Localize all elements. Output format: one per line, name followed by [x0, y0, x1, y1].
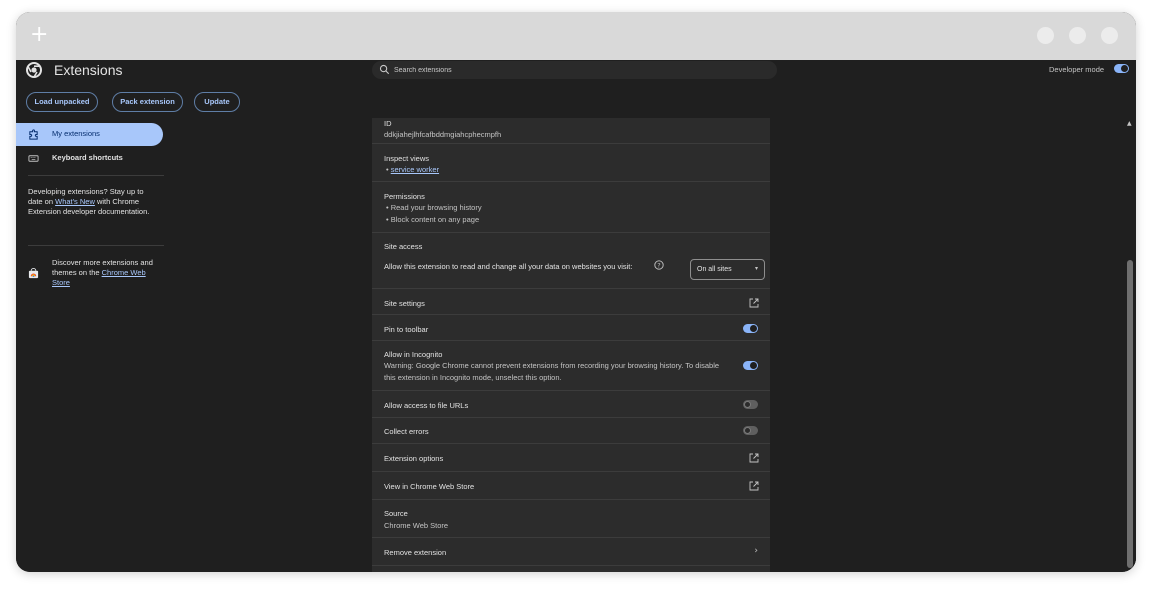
- title-bar: +: [16, 12, 1136, 60]
- remove-extension-row[interactable]: Remove extension ›: [372, 538, 770, 566]
- web-store-note: Discover more extensions and themes on t…: [52, 258, 162, 288]
- allow-incognito-warning: Warning: Google Chrome cannot prevent ex…: [384, 361, 720, 370]
- list-item: • Block content on any page: [386, 215, 480, 224]
- view-in-store-row[interactable]: View in Chrome Web Store: [372, 472, 770, 500]
- chevron-right-icon: ›: [754, 546, 758, 556]
- window-control-dot[interactable]: [1101, 27, 1118, 44]
- scrollbar[interactable]: ▲: [1124, 118, 1136, 572]
- chrome-web-store-icon: [28, 268, 39, 279]
- new-tab-button[interactable]: +: [30, 22, 48, 48]
- chrome-logo-icon: [26, 62, 42, 78]
- id-row: ID ddkjiahejlhfcafbddmgiahcphecmpfh: [372, 118, 770, 144]
- permission-text: Read your browsing history: [390, 203, 482, 212]
- extension-options-row[interactable]: Extension options: [372, 444, 770, 472]
- load-unpacked-button[interactable]: Load unpacked: [26, 92, 98, 112]
- puzzle-icon: [29, 129, 38, 140]
- permission-text: Block content on any page: [390, 215, 480, 224]
- pin-to-toolbar-row: Pin to toolbar: [372, 315, 770, 341]
- site-settings-label: Site settings: [384, 299, 425, 308]
- toggle-knob: [750, 362, 757, 369]
- file-urls-label: Allow access to file URLs: [384, 401, 469, 410]
- help-icon[interactable]: ?: [654, 260, 664, 270]
- inspect-views-row: Inspect views • service worker: [372, 144, 770, 182]
- open-external-icon: [749, 453, 759, 463]
- whats-new-link[interactable]: What's New: [55, 197, 95, 206]
- view-in-store-label: View in Chrome Web Store: [384, 482, 475, 491]
- source-value: Chrome Web Store: [384, 521, 449, 530]
- sidebar-item-label: Keyboard shortcuts: [52, 153, 123, 162]
- extension-details-card: ID ddkjiahejlhfcafbddmgiahcphecmpfh Insp…: [372, 118, 770, 572]
- remove-extension-label: Remove extension: [384, 548, 447, 557]
- service-worker-link[interactable]: service worker: [391, 165, 439, 174]
- developer-note: Developing extensions? Stay up to date o…: [28, 187, 160, 217]
- site-access-row: Site access Allow this extension to read…: [372, 233, 770, 289]
- toggle-knob: [744, 401, 751, 408]
- svg-text:?: ?: [657, 261, 660, 269]
- site-access-dropdown[interactable]: On all sites ▾: [690, 259, 765, 280]
- permissions-title: Permissions: [384, 192, 425, 201]
- browser-window: + Extensions Developer mode Load unpacke…: [16, 12, 1136, 572]
- allow-incognito-title: Allow in Incognito: [384, 350, 443, 359]
- allow-incognito-toggle[interactable]: [743, 361, 758, 370]
- window-control-dot[interactable]: [1069, 27, 1086, 44]
- sidebar-divider: [28, 175, 164, 176]
- sidebar-item-my-extensions[interactable]: My extensions: [16, 123, 163, 146]
- site-access-title: Site access: [384, 242, 423, 251]
- developer-mode-label: Developer mode: [1049, 65, 1105, 74]
- file-urls-row: Allow access to file URLs: [372, 391, 770, 418]
- sidebar-divider: [28, 245, 164, 246]
- extensions-page: Extensions Developer mode Load unpacked …: [16, 60, 1136, 572]
- collect-errors-toggle[interactable]: [743, 426, 758, 435]
- page-title: Extensions: [54, 62, 123, 78]
- open-external-icon: [749, 481, 759, 491]
- list-item: • service worker: [386, 165, 440, 174]
- extension-options-label: Extension options: [384, 454, 444, 463]
- pin-to-toolbar-toggle[interactable]: [743, 324, 758, 333]
- allow-incognito-row: Allow in Incognito Warning: Google Chrom…: [372, 341, 770, 391]
- search-icon: [379, 64, 390, 75]
- pin-to-toolbar-label: Pin to toolbar: [384, 325, 429, 334]
- id-value: ddkjiahejlhfcafbddmgiahcphecmpfh: [384, 130, 502, 139]
- search-box[interactable]: [372, 61, 777, 79]
- collect-errors-label: Collect errors: [384, 427, 429, 436]
- toggle-knob: [1121, 65, 1128, 72]
- id-label: ID: [384, 119, 392, 128]
- search-input[interactable]: [394, 63, 764, 77]
- collect-errors-row: Collect errors: [372, 418, 770, 444]
- page-header: Extensions Developer mode Load unpacked …: [16, 60, 1136, 118]
- toggle-knob: [744, 427, 751, 434]
- toggle-knob: [750, 325, 757, 332]
- inspect-views-title: Inspect views: [384, 154, 430, 163]
- site-access-prompt: Allow this extension to read and change …: [384, 262, 633, 271]
- open-external-icon: [749, 298, 759, 308]
- permissions-row: Permissions • Read your browsing history…: [372, 182, 770, 233]
- caret-down-icon: ▾: [754, 265, 758, 272]
- file-urls-toggle[interactable]: [743, 400, 758, 409]
- sidebar: My extensions Keyboard shortcuts Develop…: [16, 118, 172, 572]
- pack-extension-button[interactable]: Pack extension: [112, 92, 183, 112]
- sidebar-item-keyboard-shortcuts[interactable]: Keyboard shortcuts: [16, 147, 163, 170]
- site-access-selected: On all sites: [697, 266, 732, 273]
- list-item: • Read your browsing history: [386, 203, 482, 212]
- site-settings-row[interactable]: Site settings: [372, 289, 770, 315]
- source-row: Source Chrome Web Store: [372, 500, 770, 538]
- keyboard-icon: [28, 155, 39, 162]
- source-title: Source: [384, 509, 408, 518]
- developer-mode-toggle[interactable]: [1114, 64, 1129, 73]
- scroll-up-arrow-icon[interactable]: ▲: [1127, 120, 1132, 127]
- window-control-dot[interactable]: [1037, 27, 1054, 44]
- allow-incognito-warning: this extension in Incognito mode, unsele…: [384, 373, 562, 382]
- sidebar-item-label: My extensions: [52, 129, 100, 138]
- scrollbar-thumb[interactable]: [1127, 260, 1133, 568]
- update-button[interactable]: Update: [194, 92, 240, 112]
